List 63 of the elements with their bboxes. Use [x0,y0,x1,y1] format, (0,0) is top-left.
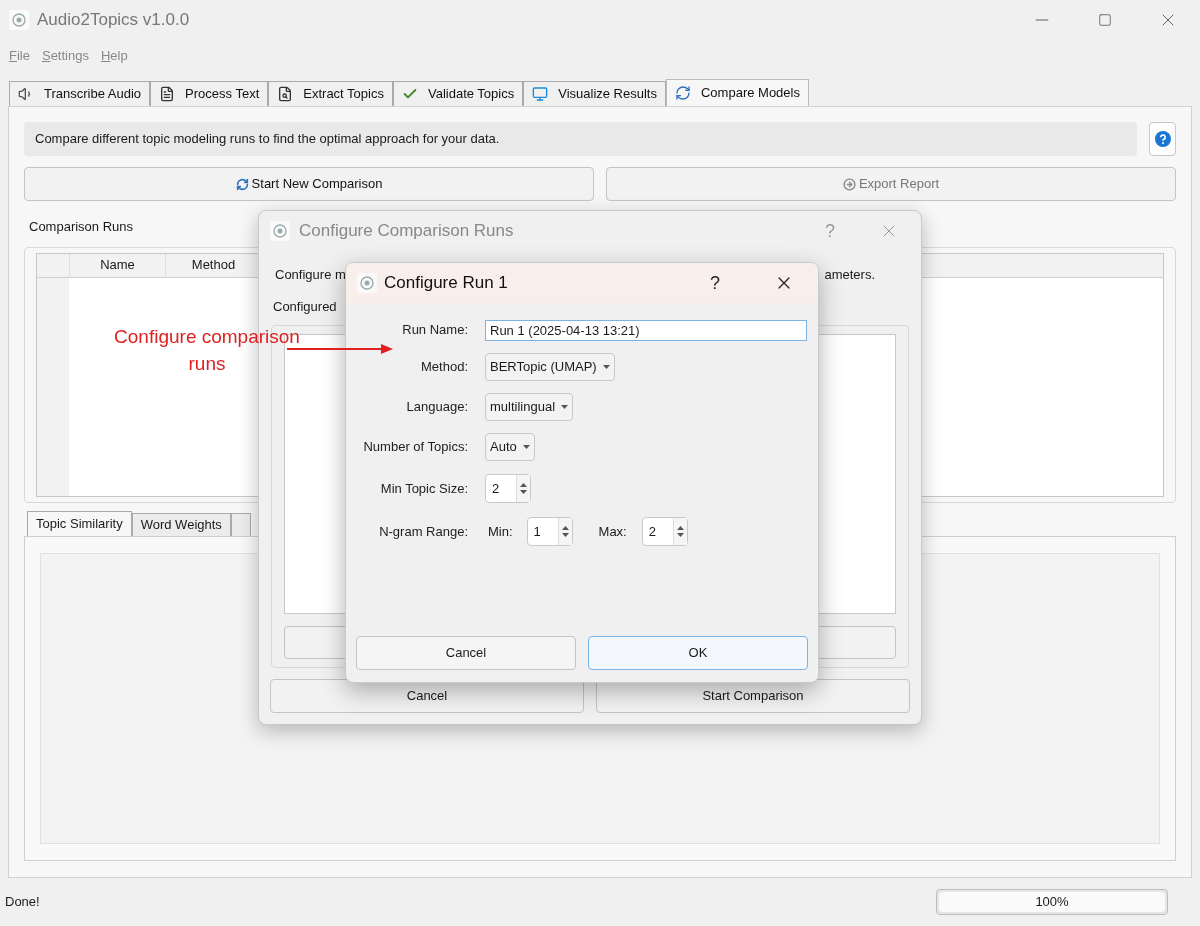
down-arrow-icon[interactable] [520,490,527,494]
start-button[interactable]: Start Comparison [596,679,910,713]
description-text: Compare different topic modeling runs to find the optimal approach for your data. [35,130,500,149]
up-arrow-icon[interactable] [561,526,569,530]
dialog-title: Configure Comparison Runs [299,220,514,243]
document-icon [159,86,176,102]
up-arrow-icon[interactable] [520,483,527,487]
field-label: Language: [406,398,468,417]
spin-box[interactable]: 1 [526,517,573,546]
arrow-right-icon [842,177,856,191]
dropdown[interactable]: Auto [485,433,535,461]
refresh-icon [235,177,249,191]
monitor-icon [532,86,549,102]
section-title: Comparison Runs [29,218,134,236]
spin-box[interactable]: 2 [485,474,531,503]
cancel-button[interactable]: Cancel [270,679,584,713]
cancel-button[interactable]: Cancel [356,636,576,670]
window-title: Audio2Topics v1.0.0 [37,9,190,32]
caret-icon [602,365,610,369]
down-arrow-icon[interactable] [676,533,684,537]
help-button[interactable] [1149,122,1176,156]
app-logo-icon [270,221,290,241]
down-arrow-icon[interactable] [561,533,569,537]
tab[interactable]: Transcribe Audio [9,81,151,106]
status-message: Done! [5,893,40,912]
column-header[interactable]: Name [100,255,135,275]
caret-icon [522,445,530,449]
field-label: N-gram Range: [379,522,468,541]
maximize-icon[interactable] [1098,13,1112,27]
tab[interactable]: Validate Topics [392,81,524,106]
field-label: Run Name: [402,321,468,340]
tab[interactable]: Word Weights [131,512,231,536]
help-icon[interactable]: ? [710,269,720,297]
list-label: Configured [273,297,338,316]
app-logo-icon [357,273,377,293]
tab[interactable]: Process Text [150,81,269,106]
caret-icon [561,405,569,409]
dropdown[interactable]: BERTopic (UMAP) [485,353,615,381]
field-label: Max: [598,522,627,541]
tab[interactable]: Extract Topics [268,81,393,106]
document-search-icon [277,86,294,102]
app-logo-icon [9,10,29,30]
intro-text: Configure m [275,266,346,284]
tab[interactable]: Visualize Results [523,81,666,106]
annotation-text: Configure comparison runs [114,325,300,376]
up-arrow-icon[interactable] [676,526,684,530]
column-header[interactable]: Method [191,255,236,275]
progress-reading: 100% [1034,893,1070,912]
field-label: Min: [488,522,513,541]
spin-box[interactable]: 2 [641,517,688,546]
field-label: Number of Topics: [363,438,468,457]
dropdown[interactable]: multilingual [485,393,574,421]
intro-text: ameters. [824,266,875,284]
dialog-title: Configure Run 1 [384,272,508,295]
start-comparison-button[interactable]: Start New Comparison [24,167,594,201]
refresh-icon [674,85,691,101]
tab[interactable]: Compare Models [665,79,809,106]
field-label: Method: [421,358,468,377]
help-icon [1154,131,1171,147]
field-label: Min Topic Size: [380,479,468,498]
tab[interactable]: Topic Similarity [27,510,132,536]
ok-button[interactable]: OK [588,636,808,670]
run-name-field[interactable]: Run 1 (2025-04-13 13:21) [485,320,807,341]
